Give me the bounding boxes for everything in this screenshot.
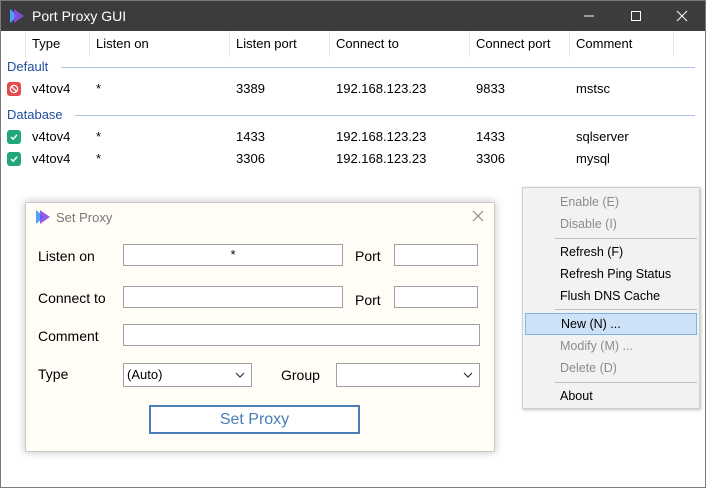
group-label: Group (281, 367, 320, 383)
cell-connect-to: 192.168.123.23 (336, 129, 427, 144)
cell-listen-on: * (96, 81, 102, 96)
set-proxy-button[interactable]: Set Proxy (149, 405, 360, 434)
cell-type: v4tov4 (32, 151, 71, 166)
menu-item-flush-dns-cache[interactable]: Flush DNS Cache (525, 285, 697, 307)
menu-item-delete[interactable]: Delete (D) (525, 357, 697, 379)
close-icon (676, 10, 688, 22)
cell-connect-to: 192.168.123.23 (336, 151, 427, 166)
column-header-listen-port[interactable]: Listen port (230, 31, 330, 57)
listen-port-label: Port (355, 248, 381, 264)
column-header-comment[interactable]: Comment (570, 31, 674, 57)
cell-listen-port: 3306 (236, 151, 265, 166)
cell-comment: mstsc (576, 81, 610, 96)
menu-item-refresh-ping-status[interactable]: Refresh Ping Status (525, 263, 697, 285)
checkmark-status-icon (7, 152, 21, 166)
cell-type: v4tov4 (32, 81, 71, 96)
group-divider (75, 115, 695, 116)
type-select[interactable]: (Auto) (123, 363, 252, 387)
cell-type: v4tov4 (32, 129, 71, 144)
app-logo-icon (36, 210, 50, 224)
cell-listen-port: 3389 (236, 81, 265, 96)
group-select[interactable] (336, 363, 480, 387)
comment-label: Comment (38, 328, 99, 344)
context-menu: Enable (E) Disable (I) Refresh (F) Refre… (522, 187, 700, 409)
cell-comment: mysql (576, 151, 610, 166)
title-bar[interactable]: Port Proxy GUI (1, 1, 705, 31)
menu-separator (555, 382, 697, 383)
listen-on-input[interactable]: * (123, 244, 343, 266)
group-header-default[interactable]: Default (7, 59, 48, 74)
column-header-connect-to[interactable]: Connect to (330, 31, 470, 57)
checkmark-status-icon (7, 130, 21, 144)
cell-listen-port: 1433 (236, 129, 265, 144)
cell-listen-on: * (96, 151, 102, 166)
cell-comment: sqlserver (576, 129, 629, 144)
cell-connect-to: 192.168.123.23 (336, 81, 427, 96)
column-header-listen-on[interactable]: Listen on (90, 31, 230, 57)
column-header-type[interactable]: Type (26, 31, 90, 57)
menu-item-about[interactable]: About (525, 385, 697, 407)
menu-item-modify[interactable]: Modify (M) ... (525, 335, 697, 357)
connect-to-label: Connect to (38, 290, 106, 306)
maximize-icon (631, 11, 641, 21)
close-button[interactable] (659, 1, 705, 31)
menu-separator (555, 309, 697, 310)
connect-port-label: Port (355, 292, 381, 308)
window-title: Port Proxy GUI (32, 8, 127, 24)
menu-item-enable[interactable]: Enable (E) (525, 191, 697, 213)
type-label: Type (38, 366, 69, 382)
list-item[interactable]: v4tov4 * 1433 192.168.123.23 1433 sqlser… (1, 126, 629, 148)
list-item[interactable]: v4tov4 * 3306 192.168.123.23 3306 mysql (1, 148, 610, 170)
app-logo-icon (10, 9, 24, 23)
cell-connect-port: 1433 (476, 129, 505, 144)
chevron-down-icon (463, 372, 473, 378)
listen-port-input[interactable] (394, 244, 478, 266)
cell-listen-on: * (96, 129, 102, 144)
group-header-database[interactable]: Database (7, 107, 63, 122)
minimize-icon (584, 15, 594, 17)
comment-input[interactable] (123, 324, 480, 346)
column-header-connect-port[interactable]: Connect port (470, 31, 570, 57)
menu-item-new[interactable]: New (N) ... (525, 313, 697, 335)
cell-connect-port: 9833 (476, 81, 505, 96)
group-divider (61, 67, 695, 68)
set-proxy-dialog: Set Proxy Listen on * Port Connect to Po… (25, 202, 495, 452)
menu-separator (555, 238, 697, 239)
error-status-icon (7, 82, 21, 96)
dialog-close-icon[interactable] (471, 209, 485, 223)
connect-to-input[interactable] (123, 286, 343, 308)
chevron-down-icon (235, 372, 245, 378)
menu-item-refresh[interactable]: Refresh (F) (525, 241, 697, 263)
cell-connect-port: 3306 (476, 151, 505, 166)
column-header-status[interactable] (1, 31, 26, 57)
listen-on-label: Listen on (38, 248, 95, 264)
minimize-button[interactable] (566, 1, 612, 31)
list-header: Type Listen on Listen port Connect to Co… (1, 31, 705, 57)
type-select-value: (Auto) (127, 367, 163, 382)
connect-port-input[interactable] (394, 286, 478, 308)
list-item[interactable]: v4tov4 * 3389 192.168.123.23 9833 mstsc (1, 78, 610, 100)
menu-item-disable[interactable]: Disable (I) (525, 213, 697, 235)
maximize-button[interactable] (613, 1, 659, 31)
dialog-title: Set Proxy (56, 210, 113, 225)
